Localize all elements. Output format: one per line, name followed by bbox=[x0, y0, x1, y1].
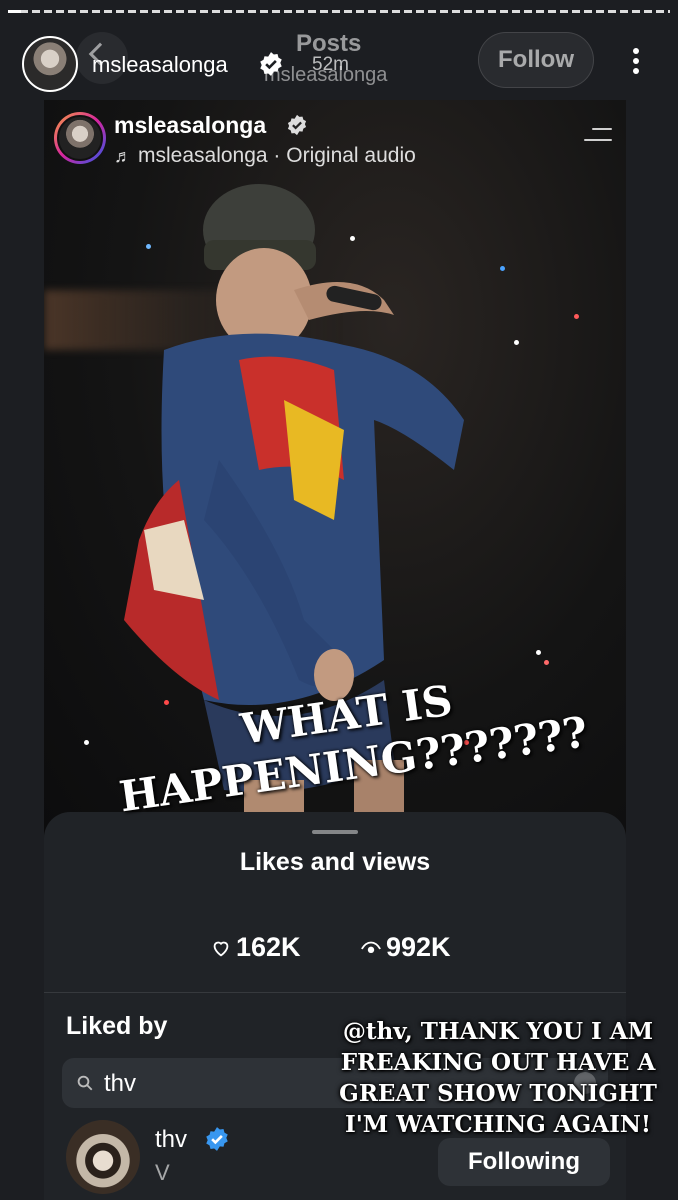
sparkle bbox=[164, 700, 169, 705]
sparkle bbox=[514, 340, 519, 345]
verified-badge-icon bbox=[260, 52, 282, 76]
user-name[interactable]: thv bbox=[155, 1126, 187, 1154]
sparkle bbox=[350, 236, 355, 241]
liked-by-heading: Liked by bbox=[66, 1012, 168, 1040]
post-username[interactable]: msleasalonga bbox=[114, 112, 266, 139]
sparkle bbox=[574, 314, 579, 319]
likes-sheet: Likes and views 162K 992K Liked by thv t… bbox=[44, 812, 626, 1200]
sheet-title: Likes and views bbox=[239, 848, 431, 876]
sparkle bbox=[146, 244, 151, 249]
audio-text: msleasalonga · Original audio bbox=[138, 144, 416, 167]
likes-stat: 162K bbox=[210, 932, 301, 963]
story-progress-fill bbox=[8, 10, 22, 13]
story-progress-bar bbox=[8, 10, 670, 13]
menu-icon[interactable] bbox=[584, 128, 612, 148]
views-stat: 992K bbox=[360, 932, 451, 963]
sheet-grabber[interactable] bbox=[312, 830, 358, 834]
heart-icon bbox=[213, 941, 229, 956]
music-note-icon: ♬ bbox=[114, 145, 132, 166]
following-button[interactable]: Following bbox=[438, 1138, 610, 1186]
views-count: 992K bbox=[386, 932, 451, 962]
sparkle bbox=[500, 266, 505, 271]
story-caption-sticker: @thv, THANK YOU I AM FREAKING OUT HAVE A… bbox=[339, 1018, 657, 1138]
search-value: thv bbox=[104, 1070, 137, 1097]
story-header: msleasalonga 52m bbox=[0, 32, 678, 92]
likes-count: 162K bbox=[236, 932, 301, 962]
reel-header: msleasalonga ♬ msleasalonga · Original a… bbox=[52, 110, 612, 170]
post-avatar[interactable] bbox=[54, 112, 106, 164]
more-options-icon[interactable] bbox=[624, 44, 648, 80]
divider bbox=[44, 992, 626, 993]
search-icon bbox=[77, 1075, 93, 1091]
sparkle bbox=[536, 650, 541, 655]
verified-badge-icon bbox=[287, 114, 307, 136]
verified-badge-icon bbox=[206, 1127, 228, 1151]
story-avatar[interactable] bbox=[22, 36, 78, 92]
stats-row: 162K 992K bbox=[44, 932, 626, 972]
user-avatar[interactable] bbox=[66, 1120, 140, 1194]
eye-icon bbox=[361, 941, 381, 953]
story-time: 52m bbox=[312, 54, 349, 75]
story-username[interactable]: msleasalonga bbox=[92, 52, 228, 78]
audio-label[interactable]: ♬ msleasalonga · Original audio bbox=[114, 144, 416, 168]
user-subtitle: V bbox=[155, 1160, 170, 1185]
